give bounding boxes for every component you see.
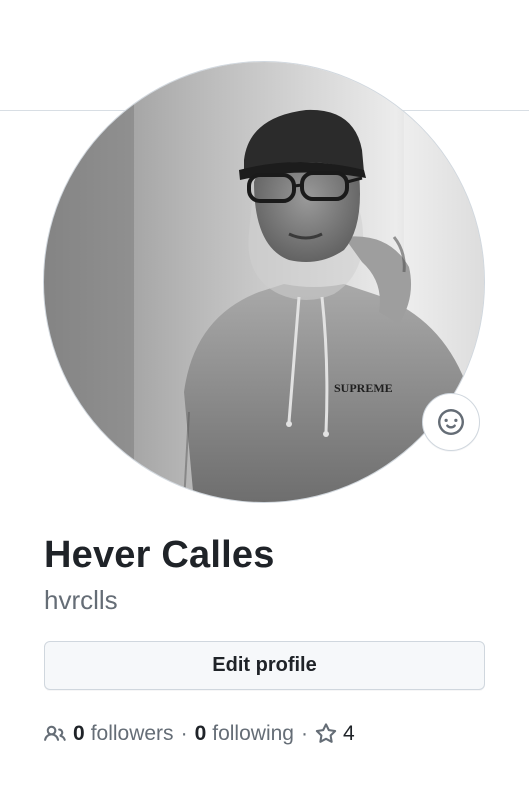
profile-stats: 0 followers · 0 following · 4 [44,718,355,750]
people-icon [44,723,66,745]
avatar-hoodie-text: SUPREME [334,381,393,395]
separator: · [300,722,308,745]
followers-label: followers [90,722,174,745]
edit-profile-button[interactable]: Edit profile [44,641,485,690]
avatar[interactable]: SUPREME [44,62,484,502]
profile-sidebar: SUPREME Hever Calles hvrclls Edit profil… [0,0,529,796]
followers-count: 0 [73,722,85,745]
stars-count: 4 [342,722,355,745]
star-icon [315,723,337,745]
profile-full-name: Hever Calles [44,534,275,576]
smiley-icon [438,409,464,435]
avatar-photo: SUPREME [44,62,484,502]
avatar-container: SUPREME [44,62,484,502]
profile-username: hvrclls [44,585,118,615]
following-link[interactable]: 0 following [195,722,294,746]
separator: · [180,722,188,745]
following-label: following [212,722,294,745]
set-status-button[interactable] [422,393,480,451]
following-count: 0 [194,722,207,745]
stars-link[interactable]: 4 [315,722,355,746]
followers-link[interactable]: 0 followers [44,722,174,746]
